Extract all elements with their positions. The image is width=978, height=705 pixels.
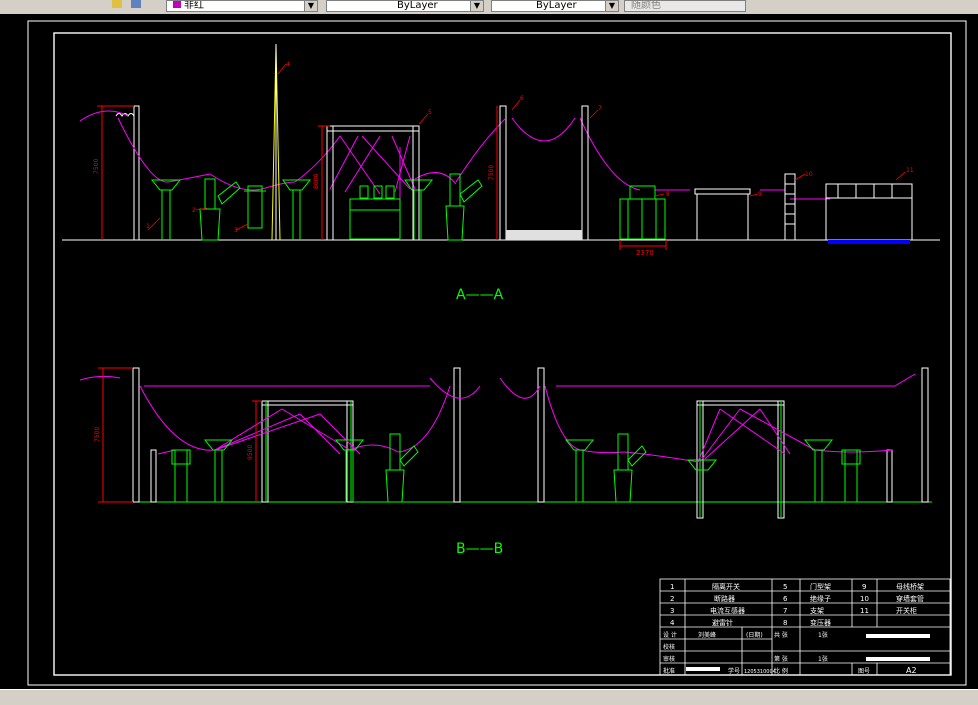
legend-row3-t2: 支架: [810, 606, 824, 615]
callout-10: 10: [805, 171, 813, 178]
legend-row1-t1: 隔离开关: [712, 582, 740, 591]
dim-bb-mid: 9500: [247, 445, 254, 460]
callout-9: 9: [758, 191, 762, 198]
layer-color-icon: [173, 1, 181, 8]
designer-name: 刘美峰: [698, 631, 716, 639]
section-aa: 7500 8000 7500 2370 1 2 3 4 5 6 7 8 9 10…: [62, 43, 940, 303]
dim-aa-right: 7500: [488, 165, 495, 180]
dim-bb-left: 7500: [94, 427, 101, 442]
legend-row1-n1: 1: [670, 583, 674, 591]
sheet-value: 1张: [818, 631, 828, 639]
layer-dropdown[interactable]: 非红 ▼: [166, 0, 318, 12]
dimensions-bb: [98, 367, 262, 503]
callout-2: 2: [192, 207, 196, 214]
legend-row2-t2: 绝缘子: [810, 594, 831, 603]
sheet-no-value: 1张: [818, 655, 828, 663]
layer-value: 非红: [184, 0, 204, 11]
legend-table: 1 隔离开关 5 门型架 9 母线桥架 2 断路器 6 绝缘子 10 穿墙套管 …: [670, 582, 924, 627]
callout-4: 4: [286, 61, 290, 68]
legend-row4-t1: 避雷针: [712, 618, 733, 627]
layer-prev-icon[interactable]: [131, 0, 142, 8]
conductors-bb: [79, 373, 916, 463]
ratio-label: 比 例: [774, 667, 788, 675]
drawing-no-label: 图号: [858, 668, 870, 675]
legend-row1-t3: 母线桥架: [896, 582, 924, 591]
legend-row1-t2: 门型架: [810, 582, 831, 591]
legend-row2-n1: 2: [670, 595, 674, 603]
legend-row1-n3: 9: [862, 583, 866, 591]
legend-row2-t1: 断路器: [714, 594, 735, 603]
legend-row4-n1: 4: [670, 619, 675, 627]
sheet-label: 共 张: [774, 631, 788, 639]
dimensions-aa: [97, 105, 667, 250]
section-bb: 7500 9500 B——B: [79, 367, 932, 557]
lineweight-value: ByLayer: [536, 0, 577, 11]
callout-11: 11: [906, 167, 914, 174]
section-aa-label: A——A: [456, 287, 504, 303]
date-label: (日期): [746, 631, 763, 639]
drawing-canvas[interactable]: 7500 8000 7500 2370 1 2 3 4 5 6 7 8 9 10…: [0, 14, 978, 689]
legend-row3-n3: 11: [860, 607, 869, 615]
title-bar-1: [866, 634, 930, 638]
structures-bb: [132, 367, 929, 519]
linetype-value: ByLayer: [397, 0, 438, 11]
legend-row2-t3: 穿墙套管: [896, 594, 924, 603]
callout-6: 6: [520, 95, 524, 102]
student-no: 1205310004: [744, 669, 776, 675]
plotstyle-dropdown[interactable]: 随颜色: [624, 0, 746, 12]
switchgear-base: [828, 240, 910, 244]
sheet-no-label: 第 张: [774, 655, 788, 663]
design-label: 设 计: [663, 631, 677, 639]
lineweight-dropdown[interactable]: ByLayer ▼: [491, 0, 619, 12]
callout-1: 1: [146, 223, 150, 230]
review-label: 审核: [663, 655, 675, 663]
gantry-post-left: [133, 105, 140, 241]
callout-labels-aa: 1 2 3 4 5 6 7 8 9 10 11: [146, 61, 914, 234]
toolbar: 非红 ▼ ByLayer ▼ ByLayer ▼ 随颜色: [0, 0, 978, 15]
legend-row4-t2: 变压器: [810, 618, 831, 627]
legend-row3-t1: 电流互感器: [710, 606, 745, 615]
legend-row2-n3: 10: [860, 595, 869, 603]
legend-row1-n2: 5: [783, 583, 787, 591]
legend-row3-n1: 3: [670, 607, 674, 615]
lineweight-dropdown-arrow[interactable]: ▼: [605, 1, 618, 11]
approve-label: 批准: [663, 667, 675, 675]
linetype-dropdown[interactable]: ByLayer ▼: [326, 0, 484, 12]
equipment-bb: [171, 433, 861, 503]
callout-7: 7: [598, 105, 602, 112]
status-bar: [0, 689, 978, 705]
plotstyle-value: 随颜色: [631, 0, 661, 11]
layer-state-icon[interactable]: [112, 0, 122, 8]
toolbar-icons[interactable]: [92, 0, 156, 10]
section-bb-label: B——B: [456, 541, 503, 557]
dim-aa-left: 7500: [93, 159, 100, 174]
callout-5: 5: [428, 109, 432, 116]
title-bar-3: [686, 667, 720, 671]
check-label: 校核: [663, 643, 675, 651]
callout-3: 3: [234, 227, 238, 234]
legend-row2-n2: 6: [783, 595, 788, 603]
student-label: 学号: [728, 667, 740, 675]
linetype-dropdown-arrow[interactable]: ▼: [470, 1, 483, 11]
sheet-size: A2: [906, 666, 917, 675]
legend-row3-n2: 7: [783, 607, 787, 615]
legend-row3-t3: 开关柜: [896, 606, 917, 615]
legend-row4-n2: 8: [783, 619, 787, 627]
title-bar-2: [866, 657, 930, 661]
callout-8: 8: [666, 191, 670, 198]
cad-drawing: 7500 8000 7500 2370 1 2 3 4 5 6 7 8 9 10…: [27, 20, 967, 686]
conductors-aa: [79, 110, 830, 240]
layer-dropdown-arrow[interactable]: ▼: [304, 1, 317, 11]
dim-aa-mid: 8000: [313, 174, 320, 189]
dim-aa-bottom: 2370: [636, 249, 654, 257]
